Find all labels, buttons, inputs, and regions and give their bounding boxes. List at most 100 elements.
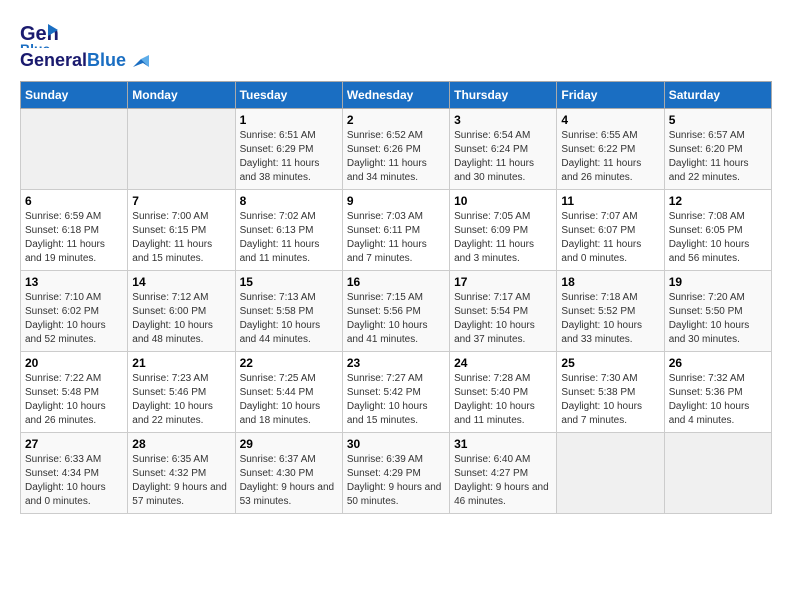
calendar-cell: 13 Sunrise: 7:10 AMSunset: 6:02 PMDayligh… xyxy=(21,271,128,352)
day-info: Sunrise: 7:13 AMSunset: 5:58 PMDaylight:… xyxy=(240,291,338,347)
day-info: Sunrise: 6:52 AMSunset: 6:26 PMDaylight:… xyxy=(347,129,445,185)
day-info: Sunrise: 7:23 AMSunset: 5:46 PMDaylight:… xyxy=(132,372,230,428)
day-info: Sunrise: 7:30 AMSunset: 5:38 PMDaylight:… xyxy=(561,372,659,428)
day-info: Sunrise: 7:12 AMSunset: 6:00 PMDaylight:… xyxy=(132,291,230,347)
day-info: Sunrise: 7:15 AMSunset: 5:56 PMDaylight:… xyxy=(347,291,445,347)
day-number: 18 xyxy=(561,275,659,289)
calendar-cell: 27Sunrise: 6:33 AMSunset: 4:34 PMDayligh… xyxy=(21,433,128,514)
day-number: 11 xyxy=(561,194,659,208)
logo: General Blue General Blue xyxy=(20,20,149,71)
day-info: Sunrise: 7:00 AMSunset: 6:15 PMDaylight:… xyxy=(132,210,230,266)
calendar-cell xyxy=(21,109,128,190)
day-info: Sunrise: 7:08 AMSunset: 6:05 PMDaylight:… xyxy=(669,210,767,266)
day-number: 9 xyxy=(347,194,445,208)
calendar-cell: 21 Sunrise: 7:23 AMSunset: 5:46 PMDayligh… xyxy=(128,352,235,433)
calendar-cell: 14 Sunrise: 7:12 AMSunset: 6:00 PMDayligh… xyxy=(128,271,235,352)
day-info: Sunrise: 6:40 AMSunset: 4:27 PMDaylight:… xyxy=(454,453,552,509)
day-info: Sunrise: 7:32 AMSunset: 5:36 PMDaylight:… xyxy=(669,372,767,428)
calendar-cell: 20 Sunrise: 7:22 AMSunset: 5:48 PMDayligh… xyxy=(21,352,128,433)
day-info: Sunrise: 7:05 AMSunset: 6:09 PMDaylight:… xyxy=(454,210,552,266)
day-number: 29 xyxy=(240,437,338,451)
day-info: Sunrise: 7:22 AMSunset: 5:48 PMDaylight:… xyxy=(25,372,123,428)
calendar-cell: 7 Sunrise: 7:00 AMSunset: 6:15 PMDaylight… xyxy=(128,190,235,271)
day-number: 20 xyxy=(25,356,123,370)
calendar-cell: 3 Sunrise: 6:54 AMSunset: 6:24 PMDaylight… xyxy=(450,109,557,190)
weekday-header-thursday: Thursday xyxy=(450,82,557,109)
day-info: Sunrise: 7:07 AMSunset: 6:07 PMDaylight:… xyxy=(561,210,659,266)
day-info: Sunrise: 7:18 AMSunset: 5:52 PMDaylight:… xyxy=(561,291,659,347)
calendar-cell: 26 Sunrise: 7:32 AMSunset: 5:36 PMDayligh… xyxy=(664,352,771,433)
calendar-cell: 31 Sunrise: 6:40 AMSunset: 4:27 PMDayligh… xyxy=(450,433,557,514)
day-info: Sunrise: 7:03 AMSunset: 6:11 PMDaylight:… xyxy=(347,210,445,266)
calendar-cell: 24 Sunrise: 7:28 AMSunset: 5:40 PMDayligh… xyxy=(450,352,557,433)
day-info: Sunrise: 6:35 AMSunset: 4:32 PMDaylight:… xyxy=(132,453,230,509)
calendar-cell: 15 Sunrise: 7:13 AMSunset: 5:58 PMDayligh… xyxy=(235,271,342,352)
calendar-cell: 30Sunrise: 6:39 AMSunset: 4:29 PMDayligh… xyxy=(342,433,449,514)
weekday-header-tuesday: Tuesday xyxy=(235,82,342,109)
day-info: Sunrise: 6:37 AMSunset: 4:30 PMDaylight:… xyxy=(240,453,338,509)
calendar-cell: 17 Sunrise: 7:17 AMSunset: 5:54 PMDayligh… xyxy=(450,271,557,352)
svg-text:Blue: Blue xyxy=(20,41,51,48)
calendar-cell: 19 Sunrise: 7:20 AMSunset: 5:50 PMDayligh… xyxy=(664,271,771,352)
day-number: 6 xyxy=(25,194,123,208)
day-info: Sunrise: 7:25 AMSunset: 5:44 PMDaylight:… xyxy=(240,372,338,428)
day-info: Sunrise: 7:28 AMSunset: 5:40 PMDaylight:… xyxy=(454,372,552,428)
calendar-cell: 2Sunrise: 6:52 AMSunset: 6:26 PMDaylight… xyxy=(342,109,449,190)
calendar-cell xyxy=(557,433,664,514)
day-info: Sunrise: 6:51 AMSunset: 6:29 PMDaylight:… xyxy=(240,129,338,185)
calendar-cell xyxy=(664,433,771,514)
calendar-cell: 11 Sunrise: 7:07 AMSunset: 6:07 PMDayligh… xyxy=(557,190,664,271)
calendar-week-row: 27Sunrise: 6:33 AMSunset: 4:34 PMDayligh… xyxy=(21,433,772,514)
day-number: 19 xyxy=(669,275,767,289)
calendar-week-row: 1Sunrise: 6:51 AMSunset: 6:29 PMDaylight… xyxy=(21,109,772,190)
day-number: 8 xyxy=(240,194,338,208)
day-number: 12 xyxy=(669,194,767,208)
day-number: 14 xyxy=(132,275,230,289)
day-number: 22 xyxy=(240,356,338,370)
day-number: 31 xyxy=(454,437,552,451)
calendar-cell: 8 Sunrise: 7:02 AMSunset: 6:13 PMDaylight… xyxy=(235,190,342,271)
calendar-cell: 29 Sunrise: 6:37 AMSunset: 4:30 PMDayligh… xyxy=(235,433,342,514)
calendar-cell: 6 Sunrise: 6:59 AMSunset: 6:18 PMDaylight… xyxy=(21,190,128,271)
day-number: 21 xyxy=(132,356,230,370)
day-number: 13 xyxy=(25,275,123,289)
calendar-cell: 4Sunrise: 6:55 AMSunset: 6:22 PMDaylight… xyxy=(557,109,664,190)
day-number: 16 xyxy=(347,275,445,289)
day-info: Sunrise: 7:02 AMSunset: 6:13 PMDaylight:… xyxy=(240,210,338,266)
day-info: Sunrise: 6:54 AMSunset: 6:24 PMDaylight:… xyxy=(454,129,552,185)
weekday-header-monday: Monday xyxy=(128,82,235,109)
calendar-cell xyxy=(128,109,235,190)
weekday-header-wednesday: Wednesday xyxy=(342,82,449,109)
day-number: 17 xyxy=(454,275,552,289)
calendar-cell: 16 Sunrise: 7:15 AMSunset: 5:56 PMDayligh… xyxy=(342,271,449,352)
day-number: 26 xyxy=(669,356,767,370)
calendar-cell: 1Sunrise: 6:51 AMSunset: 6:29 PMDaylight… xyxy=(235,109,342,190)
calendar-week-row: 20 Sunrise: 7:22 AMSunset: 5:48 PMDayligh… xyxy=(21,352,772,433)
day-number: 3 xyxy=(454,113,552,127)
day-number: 15 xyxy=(240,275,338,289)
day-info: Sunrise: 6:55 AMSunset: 6:22 PMDaylight:… xyxy=(561,129,659,185)
calendar-cell: 9 Sunrise: 7:03 AMSunset: 6:11 PMDaylight… xyxy=(342,190,449,271)
day-info: Sunrise: 6:33 AMSunset: 4:34 PMDaylight:… xyxy=(25,453,123,509)
weekday-header-sunday: Sunday xyxy=(21,82,128,109)
calendar-week-row: 13 Sunrise: 7:10 AMSunset: 6:02 PMDayligh… xyxy=(21,271,772,352)
calendar-cell: 10 Sunrise: 7:05 AMSunset: 6:09 PMDayligh… xyxy=(450,190,557,271)
logo-general: General xyxy=(20,50,87,70)
day-number: 28 xyxy=(132,437,230,451)
day-info: Sunrise: 6:59 AMSunset: 6:18 PMDaylight:… xyxy=(25,210,123,266)
weekday-header-row: SundayMondayTuesdayWednesdayThursdayFrid… xyxy=(21,82,772,109)
calendar-cell: 18 Sunrise: 7:18 AMSunset: 5:52 PMDayligh… xyxy=(557,271,664,352)
logo-bird-icon xyxy=(133,55,149,69)
day-info: Sunrise: 6:39 AMSunset: 4:29 PMDaylight:… xyxy=(347,453,445,509)
day-number: 10 xyxy=(454,194,552,208)
day-number: 5 xyxy=(669,113,767,127)
day-info: Sunrise: 7:10 AMSunset: 6:02 PMDaylight:… xyxy=(25,291,123,347)
day-info: Sunrise: 7:20 AMSunset: 5:50 PMDaylight:… xyxy=(669,291,767,347)
calendar-cell: 25Sunrise: 7:30 AMSunset: 5:38 PMDayligh… xyxy=(557,352,664,433)
calendar-cell: 12 Sunrise: 7:08 AMSunset: 6:05 PMDayligh… xyxy=(664,190,771,271)
day-info: Sunrise: 7:17 AMSunset: 5:54 PMDaylight:… xyxy=(454,291,552,347)
day-number: 24 xyxy=(454,356,552,370)
logo-icon: General Blue xyxy=(20,20,58,48)
weekday-header-friday: Friday xyxy=(557,82,664,109)
day-number: 7 xyxy=(132,194,230,208)
